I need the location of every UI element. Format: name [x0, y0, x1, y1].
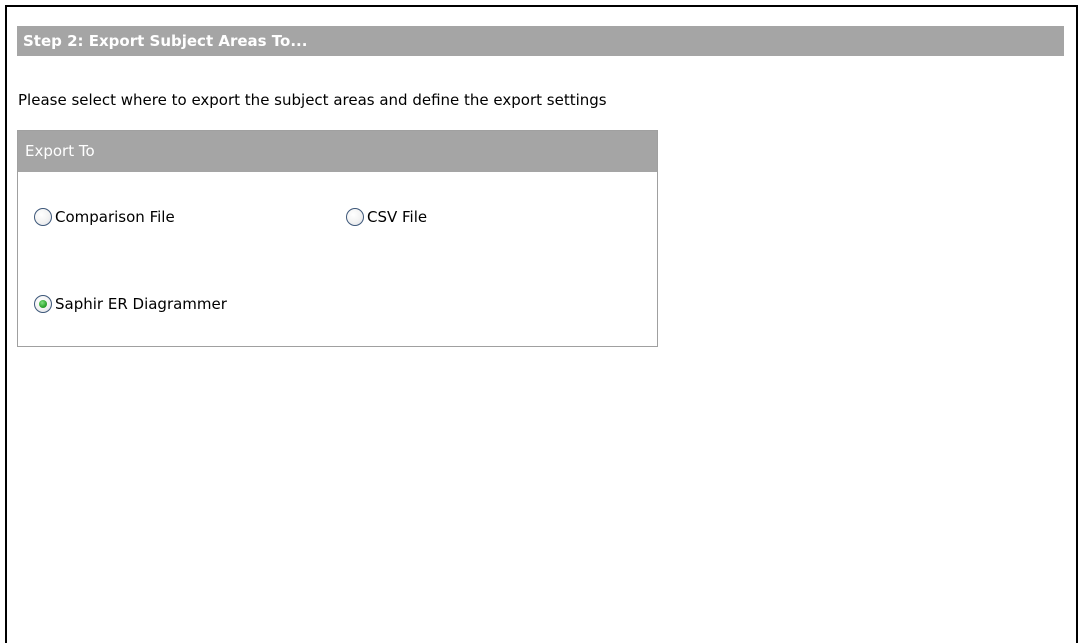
- step-title: Step 2: Export Subject Areas To...: [17, 26, 1064, 56]
- export-to-group-title: Export To: [18, 131, 657, 172]
- radio-circle-icon[interactable]: [34, 295, 52, 313]
- export-to-group: Export To Comparison File CSV File Saphi…: [17, 130, 658, 347]
- radio-label[interactable]: Saphir ER Diagrammer: [55, 294, 227, 314]
- radio-selected-dot-icon: [39, 300, 47, 308]
- instructions-text: Please select where to export the subjec…: [18, 91, 607, 109]
- radio-circle-icon[interactable]: [34, 208, 52, 226]
- radio-label[interactable]: Comparison File: [55, 207, 175, 227]
- radio-saphir-er-diagrammer[interactable]: Saphir ER Diagrammer: [34, 294, 227, 314]
- radio-label[interactable]: CSV File: [367, 207, 427, 227]
- radio-comparison-file[interactable]: Comparison File: [34, 207, 175, 227]
- radio-circle-icon[interactable]: [346, 208, 364, 226]
- radio-csv-file[interactable]: CSV File: [346, 207, 427, 227]
